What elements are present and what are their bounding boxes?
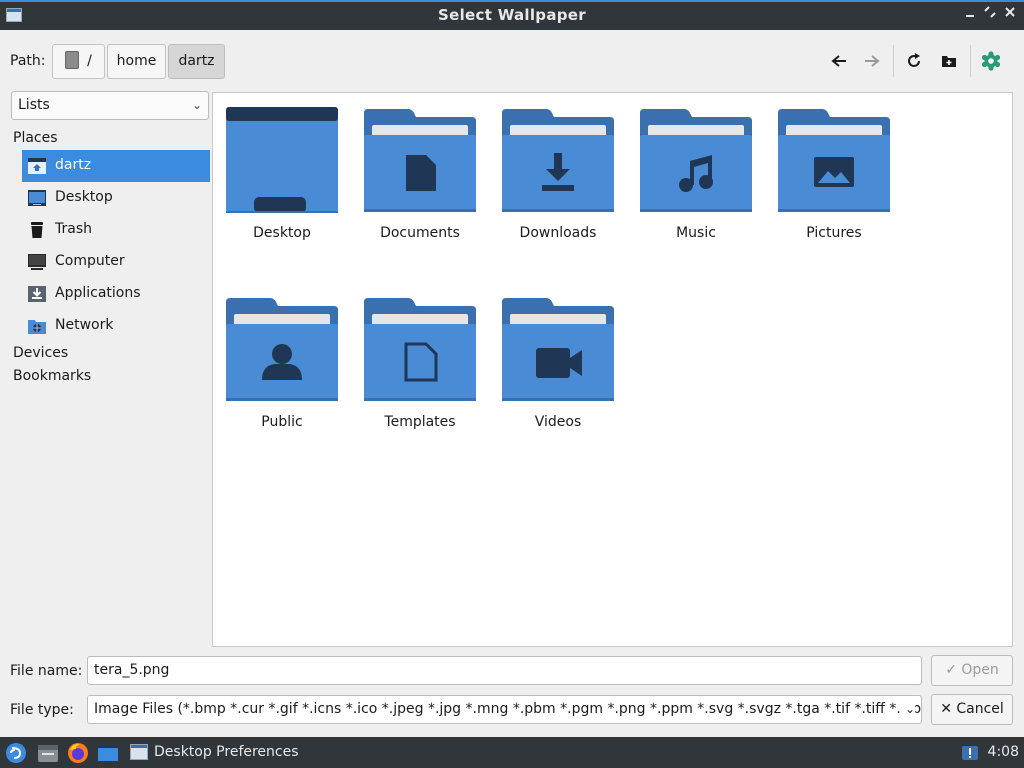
maximize-button[interactable] <box>982 6 998 24</box>
check-icon: ✓ <box>945 662 957 678</box>
new-folder-icon <box>942 56 956 67</box>
title-bar: Select Wallpaper <box>0 0 1024 30</box>
drive-icon <box>65 51 80 69</box>
toolbar-separator <box>893 45 894 77</box>
music-folder-icon <box>640 109 752 212</box>
options-button[interactable] <box>977 47 1005 75</box>
computer-icon <box>28 254 46 270</box>
settings-gear-icon <box>981 51 1001 71</box>
show-desktop-icon[interactable] <box>97 742 119 764</box>
close-x-icon: ✕ <box>940 701 952 717</box>
arrow-left-icon <box>831 55 846 67</box>
file-type-label: File type: <box>10 702 74 718</box>
maximize-icon <box>984 6 996 18</box>
file-label: Downloads <box>519 225 597 241</box>
chevron-down-icon: ⌄ <box>191 98 202 112</box>
devices-header[interactable]: Devices <box>13 345 68 361</box>
file-name-label: File name: <box>10 663 83 679</box>
file-label: Videos <box>534 414 582 430</box>
templates-folder-icon <box>364 298 476 401</box>
view-mode-select[interactable]: Lists ⌄ <box>11 91 209 120</box>
chevron-down-icon: ⌄ <box>900 696 915 723</box>
sidebar-item-desktop[interactable]: Desktop <box>22 182 210 214</box>
network-icon <box>28 320 46 334</box>
desktop-icon <box>28 190 46 206</box>
file-item-desktop[interactable]: Desktop <box>222 107 342 241</box>
file-label: Pictures <box>806 225 862 241</box>
desktop-folder-icon <box>226 107 338 213</box>
new-folder-button[interactable] <box>935 47 963 75</box>
file-type-select[interactable]: Image Files (*.bmp *.cur *.gif *.icns *.… <box>87 695 922 724</box>
minimize-icon <box>966 15 974 17</box>
crumb-home[interactable]: home <box>107 44 166 79</box>
file-label: Music <box>676 225 716 241</box>
window-title: Select Wallpaper <box>438 6 586 24</box>
downloads-folder-icon <box>502 109 614 212</box>
back-button[interactable] <box>825 47 853 75</box>
file-name-input[interactable]: tera_5.png <box>87 656 922 685</box>
arrow-right-icon <box>865 55 880 67</box>
sidebar-item-network[interactable]: Network <box>22 310 210 342</box>
cancel-button[interactable]: ✕ Cancel <box>931 694 1013 725</box>
file-item-documents[interactable]: Documents <box>360 107 480 241</box>
minimize-button[interactable] <box>962 6 978 24</box>
sidebar-item-applications[interactable]: Applications <box>22 278 210 310</box>
file-item-downloads[interactable]: Downloads <box>498 107 618 241</box>
window-icon <box>130 744 148 760</box>
videos-folder-icon <box>502 298 614 401</box>
taskbar-task-desktop-preferences[interactable]: Desktop Preferences <box>126 737 299 768</box>
file-manager-icon[interactable] <box>37 742 59 764</box>
notification-icon[interactable] <box>960 742 982 764</box>
clock[interactable]: 4:08 <box>988 737 1019 768</box>
start-menu-icon[interactable] <box>5 742 27 764</box>
reload-button[interactable] <box>900 47 928 75</box>
file-item-public[interactable]: Public <box>222 296 342 430</box>
crumb-root[interactable]: / <box>52 44 105 79</box>
open-button[interactable]: ✓ Open <box>931 655 1013 686</box>
close-button[interactable] <box>1002 6 1018 24</box>
pictures-folder-icon <box>778 109 890 212</box>
sidebar-item-computer[interactable]: Computer <box>22 246 210 278</box>
firefox-icon[interactable] <box>67 742 89 764</box>
taskbar: Desktop Preferences 4:08 <box>0 737 1024 768</box>
trash-icon <box>31 222 43 238</box>
file-label: Desktop <box>253 225 311 241</box>
bookmarks-header[interactable]: Bookmarks <box>13 368 91 384</box>
close-icon <box>1005 7 1015 17</box>
file-item-templates[interactable]: Templates <box>360 296 480 430</box>
file-item-videos[interactable]: Videos <box>498 296 618 430</box>
home-folder-icon <box>28 158 46 174</box>
file-item-music[interactable]: Music <box>636 107 756 241</box>
forward-button[interactable] <box>858 47 886 75</box>
documents-folder-icon <box>364 109 476 212</box>
crumb-dartz[interactable]: dartz <box>168 44 225 79</box>
file-label: Templates <box>384 414 456 430</box>
file-label: Documents <box>380 225 460 241</box>
file-view[interactable]: Desktop Documents Downloads Music Pictur… <box>212 92 1013 647</box>
path-label: Path: <box>10 53 46 69</box>
applications-icon <box>28 286 46 302</box>
public-folder-icon <box>226 298 338 401</box>
sidebar-item-dartz[interactable]: dartz <box>22 150 210 182</box>
file-label: Public <box>261 414 303 430</box>
reload-icon <box>908 53 920 67</box>
toolbar-separator <box>970 45 971 77</box>
file-item-pictures[interactable]: Pictures <box>774 107 894 241</box>
places-header[interactable]: Places <box>13 130 58 146</box>
sidebar-item-trash[interactable]: Trash <box>22 214 210 246</box>
